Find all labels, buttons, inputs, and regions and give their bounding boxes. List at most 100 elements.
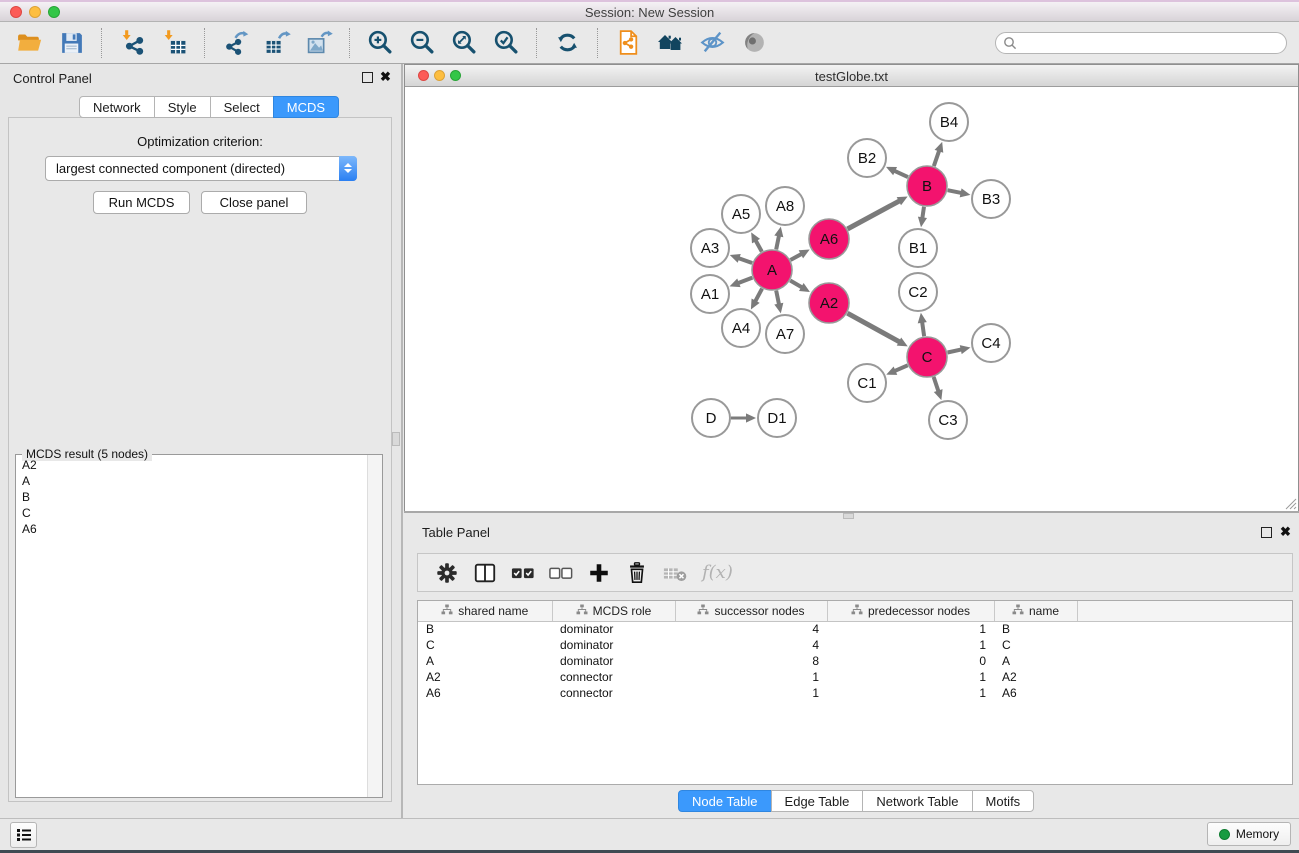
- cell-predecessor-nodes[interactable]: 0: [827, 653, 994, 669]
- cell-shared-name[interactable]: B: [418, 621, 552, 637]
- column-header-name[interactable]: name: [994, 601, 1077, 621]
- edge-B-B3[interactable]: [948, 188, 971, 197]
- table-row[interactable]: A6connector11A6: [418, 685, 1293, 701]
- tab-select[interactable]: Select: [210, 96, 274, 118]
- node-C4[interactable]: C4: [972, 324, 1010, 362]
- vertical-split-handle[interactable]: [392, 432, 400, 446]
- edge-B-B4[interactable]: [934, 142, 943, 166]
- split-table-view-icon[interactable]: [471, 560, 499, 586]
- zoom-out-icon[interactable]: [408, 29, 436, 57]
- edge-A-A4[interactable]: [751, 289, 762, 310]
- node-A6[interactable]: A6: [809, 219, 849, 259]
- cell-shared-name[interactable]: A2: [418, 669, 552, 685]
- edge-C-C2[interactable]: [918, 313, 927, 336]
- memory-button[interactable]: Memory: [1207, 822, 1291, 846]
- cell-mcds-role[interactable]: dominator: [552, 621, 675, 637]
- edge-A2-C[interactable]: [847, 313, 907, 346]
- cell-mcds-role[interactable]: connector: [552, 685, 675, 701]
- column-header-predecessor-nodes[interactable]: predecessor nodes: [827, 601, 994, 621]
- cell-successor-nodes[interactable]: 1: [675, 669, 827, 685]
- task-history-button[interactable]: [10, 822, 37, 848]
- node-B[interactable]: B: [907, 166, 947, 206]
- cell-successor-nodes[interactable]: 8: [675, 653, 827, 669]
- table-row[interactable]: Adominator80A: [418, 653, 1293, 669]
- cell-name[interactable]: A: [994, 653, 1077, 669]
- export-image-icon[interactable]: [305, 29, 333, 57]
- tab-node-table[interactable]: Node Table: [678, 790, 772, 812]
- cell-successor-nodes[interactable]: 4: [675, 637, 827, 653]
- mcds-result-item-b[interactable]: B: [16, 489, 367, 505]
- open-session-icon[interactable]: [15, 29, 43, 57]
- node-A7[interactable]: A7: [766, 315, 804, 353]
- vertical-split-divider[interactable]: [401, 64, 403, 818]
- select-all-rows-icon[interactable]: [509, 560, 537, 586]
- search-input[interactable]: [995, 32, 1287, 54]
- tab-network[interactable]: Network: [79, 96, 155, 118]
- import-network-icon[interactable]: [118, 29, 146, 57]
- node-C2[interactable]: C2: [899, 273, 937, 311]
- edge-A-A2[interactable]: [790, 281, 810, 292]
- table-row[interactable]: Bdominator41B: [418, 621, 1293, 637]
- column-header-mcds-role[interactable]: MCDS role: [552, 601, 675, 621]
- export-network-icon[interactable]: [221, 29, 249, 57]
- mcds-result-item-a6[interactable]: A6: [16, 521, 367, 537]
- tab-network-table[interactable]: Network Table: [862, 790, 972, 812]
- mcds-result-item-c[interactable]: C: [16, 505, 367, 521]
- cell-predecessor-nodes[interactable]: 1: [827, 669, 994, 685]
- edge-B-B1[interactable]: [918, 207, 927, 227]
- cell-name[interactable]: A2: [994, 669, 1077, 685]
- node-D[interactable]: D: [692, 399, 730, 437]
- cell-mcds-role[interactable]: connector: [552, 669, 675, 685]
- node-A5[interactable]: A5: [722, 195, 760, 233]
- edge-C-C3[interactable]: [934, 377, 943, 400]
- mcds-result-item-a[interactable]: A: [16, 473, 367, 489]
- mcds-result-item-a2[interactable]: A2: [16, 457, 367, 473]
- node-C3[interactable]: C3: [929, 401, 967, 439]
- cell-name[interactable]: B: [994, 621, 1077, 637]
- node-B4[interactable]: B4: [930, 103, 968, 141]
- node-A8[interactable]: A8: [766, 187, 804, 225]
- node-B1[interactable]: B1: [899, 229, 937, 267]
- network-graph[interactable]: B4B2BB3A5A8A6A3B1AA1C2A2A4A7C4CC1C3DD1: [405, 87, 1298, 511]
- close-panel-button[interactable]: Close panel: [201, 191, 307, 214]
- cell-mcds-role[interactable]: dominator: [552, 653, 675, 669]
- result-scrollbar[interactable]: [367, 455, 382, 797]
- table-panel-float-icon[interactable]: [1261, 527, 1272, 538]
- cell-mcds-role[interactable]: dominator: [552, 637, 675, 653]
- edge-D-D1[interactable]: [731, 413, 756, 422]
- cell-shared-name[interactable]: A6: [418, 685, 552, 701]
- node-C[interactable]: C: [907, 337, 947, 377]
- cell-predecessor-nodes[interactable]: 1: [827, 685, 994, 701]
- delete-columns-trash-icon[interactable]: [623, 560, 651, 586]
- edge-A-A8[interactable]: [774, 227, 783, 250]
- network-overview-document-icon[interactable]: [614, 29, 642, 57]
- node-A3[interactable]: A3: [691, 229, 729, 267]
- edge-A-A1[interactable]: [730, 278, 753, 288]
- edge-A-A7[interactable]: [774, 291, 783, 314]
- edge-A-A5[interactable]: [751, 232, 762, 251]
- tab-style[interactable]: Style: [154, 96, 211, 118]
- node-A1[interactable]: A1: [691, 275, 729, 313]
- cell-shared-name[interactable]: C: [418, 637, 552, 653]
- edge-C-C1[interactable]: [886, 365, 907, 375]
- criterion-select[interactable]: largest connected component (directed): [45, 156, 357, 181]
- table-row[interactable]: Cdominator41C: [418, 637, 1293, 653]
- deselect-all-rows-icon[interactable]: [547, 560, 575, 586]
- import-table-icon[interactable]: [160, 29, 188, 57]
- control-panel-float-icon[interactable]: [362, 72, 373, 83]
- save-session-icon[interactable]: [57, 29, 85, 57]
- add-column-icon[interactable]: [585, 560, 613, 586]
- cell-shared-name[interactable]: A: [418, 653, 552, 669]
- tab-edge-table[interactable]: Edge Table: [771, 790, 864, 812]
- table-settings-gear-icon[interactable]: [433, 560, 461, 586]
- zoom-in-icon[interactable]: [366, 29, 394, 57]
- table-row[interactable]: A2connector11A2: [418, 669, 1293, 685]
- cell-name[interactable]: C: [994, 637, 1077, 653]
- horizontal-split-handle[interactable]: [843, 513, 854, 519]
- control-panel-close-icon[interactable]: ✖: [380, 69, 391, 85]
- edge-C-C4[interactable]: [948, 345, 971, 354]
- network-canvas[interactable]: B4B2BB3A5A8A6A3B1AA1C2A2A4A7C4CC1C3DD1: [405, 87, 1298, 511]
- edge-A6-B[interactable]: [847, 196, 907, 229]
- cell-successor-nodes[interactable]: 1: [675, 685, 827, 701]
- table-panel-close-icon[interactable]: ✖: [1280, 524, 1291, 540]
